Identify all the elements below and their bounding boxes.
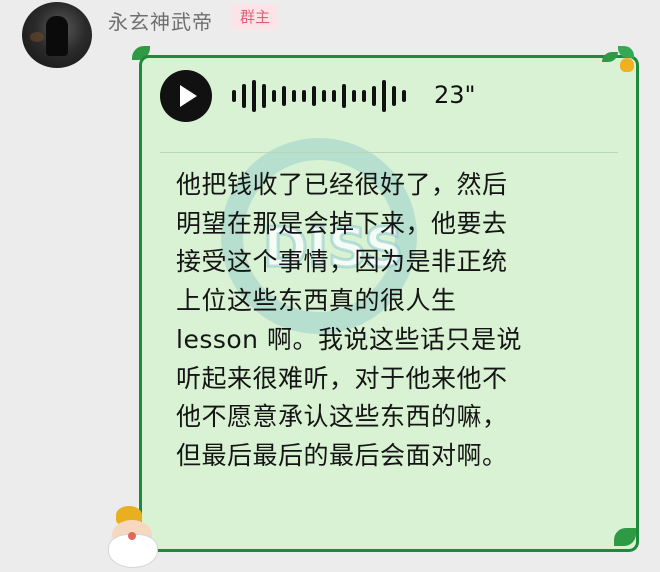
sender-name[interactable]: 永玄神武帝: [108, 6, 213, 35]
voice-player[interactable]: 23": [160, 70, 620, 124]
avatar[interactable]: [22, 2, 92, 68]
play-icon[interactable]: [160, 70, 212, 122]
waveform-icon: [232, 78, 412, 114]
transcript-divider: [160, 152, 618, 153]
avatar-glow: [30, 32, 44, 42]
santa-sticker-icon: [104, 506, 166, 568]
voice-duration: 23": [434, 81, 476, 109]
group-owner-badge: 群主: [232, 4, 279, 30]
voice-transcript-text: 他把钱收了已经很好了，然后 明望在那是会掉下来，他要去 接受这个事情，因为是非正…: [176, 170, 522, 470]
chat-screen: 永玄神武帝 群主 DISS 23" 他把钱收了已经很好了，然后 明望在那是会掉下…: [0, 0, 660, 572]
avatar-figure: [46, 16, 68, 56]
